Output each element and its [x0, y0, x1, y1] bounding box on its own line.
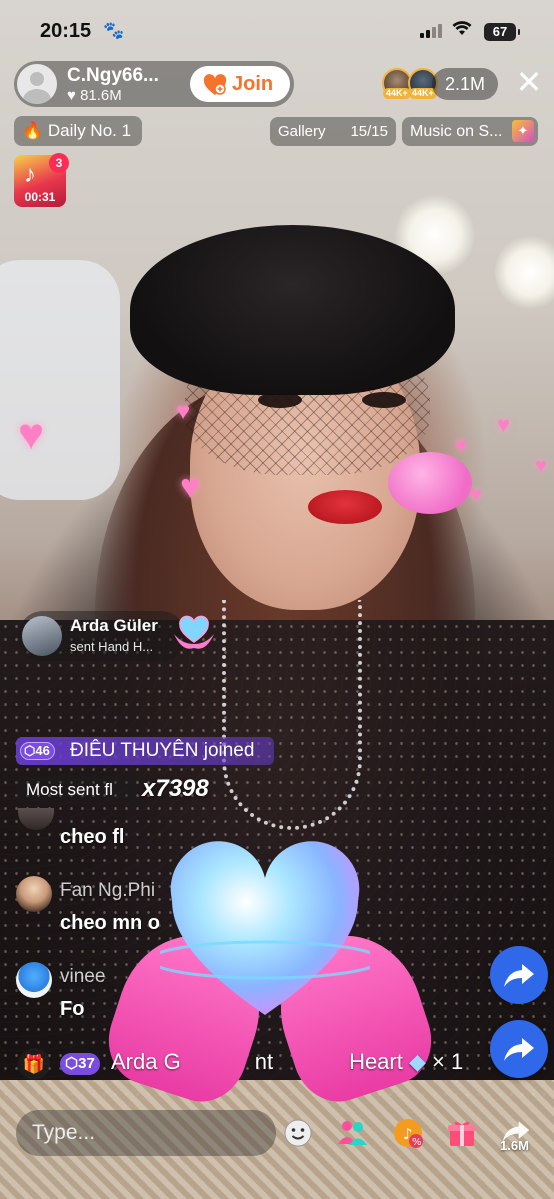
host-likes-count: 81.6M [80, 87, 122, 104]
gift-ticker-multiplier: × 1 [432, 1049, 464, 1074]
most-sent-count: x7398 [142, 775, 209, 802]
chat-user-name[interactable]: vinee [60, 966, 105, 988]
join-button[interactable]: Join [190, 66, 290, 102]
gift-sender-name: Arda Güler [70, 616, 158, 635]
daily-rank-chip[interactable]: 🔥 Daily No. 1 [14, 116, 142, 146]
chat-message-text: Fo [60, 998, 85, 1020]
gift-ticker-text: Arda G nt Heart ◆ × 1 [111, 1049, 463, 1075]
repost-button[interactable] [490, 946, 548, 1004]
gift-message: sent Hand H... [70, 639, 154, 654]
svg-text:%: % [412, 1137, 422, 1148]
most-sent-label: Most sent fl [16, 776, 136, 804]
close-icon[interactable]: ✕ [514, 66, 544, 98]
gift-ticker-gift: Heart [349, 1049, 403, 1074]
host-likes: ♥ 81.6M [67, 87, 122, 104]
emoji-icon[interactable] [280, 1115, 316, 1151]
floating-heart-icon: ♥ [535, 455, 547, 477]
floating-heart-icon: ♥ [455, 435, 467, 457]
lamp-light [495, 235, 554, 310]
user-level-badge: ⬡46 [20, 742, 55, 760]
user-level-badge: ⬡37 [60, 1053, 100, 1075]
chat-message-text: cheo mn o [60, 912, 161, 934]
floating-heart-icon: ♥ [470, 484, 482, 506]
streamer-hat [130, 225, 455, 395]
heart-icon: ♥ [67, 87, 76, 104]
gift-icon[interactable] [444, 1115, 480, 1151]
gift-notification[interactable]: Arda Güler sent Hand H... [18, 611, 186, 661]
floating-heart-icon: ♥ [497, 412, 511, 437]
join-banner-text: ĐIÊU THUYÊN joined [70, 740, 255, 761]
paw-icon: 🐾 [103, 21, 125, 40]
gallery-count: 15/15 [350, 123, 388, 140]
floating-heart-icon: ♥ [180, 468, 201, 506]
background-wall [0, 260, 120, 500]
chat-avatar[interactable] [16, 876, 52, 912]
cellular-signal-icon [420, 24, 444, 38]
floating-heart-icon: ♥ [176, 398, 191, 425]
battery-indicator: 67 [484, 23, 520, 41]
heart-in-hands-gift-icon [170, 612, 218, 662]
multi-guest-icon[interactable] [334, 1115, 370, 1151]
streamer-necklace [222, 600, 362, 830]
user-level-number: 37 [78, 1055, 95, 1072]
tiktok-logo-icon: ♪ [24, 161, 36, 188]
chat-avatar[interactable] [16, 962, 52, 998]
diamond-icon: ◆ [408, 1049, 426, 1074]
gift-ticker-fragment: nt [254, 1049, 274, 1074]
daily-rank-label: Daily No. 1 [47, 121, 132, 140]
share-count: 1.6M [500, 1138, 529, 1153]
music-cover-icon: ✦ [512, 120, 534, 142]
share-button[interactable] [490, 1020, 548, 1078]
chat-message-text: cheo fl [60, 826, 125, 848]
join-label: Join [232, 73, 274, 95]
pink-effect-blob [388, 452, 472, 514]
status-time: 20:15 [40, 20, 92, 42]
heart-gift-animation-icon [148, 840, 382, 1030]
fan-club-heart-icon [203, 72, 227, 108]
gift-tile-timer: 00:31 [24, 190, 56, 204]
music-chip[interactable]: Music on S... ✦ [402, 117, 538, 146]
viewer-count[interactable]: 2.1M [432, 68, 498, 100]
discount-tiktok-icon[interactable]: ♪% [390, 1115, 426, 1151]
comment-input[interactable] [16, 1110, 276, 1156]
host-avatar[interactable] [17, 64, 57, 104]
join-banner: ⬡46 ĐIÊU THUYÊN joined [16, 737, 274, 765]
user-level-number: 46 [35, 743, 50, 758]
floating-heart-icon: ♥ [18, 410, 45, 459]
music-label: Music on S... [410, 123, 503, 140]
chat-user-name[interactable]: Fan Ng.Phi [60, 880, 155, 902]
streamer-lips [308, 490, 382, 524]
gift-sender-avatar[interactable] [22, 616, 62, 656]
gift-tile-badge: 3 [49, 153, 69, 173]
host-name[interactable]: C.Ngy66... [67, 65, 159, 87]
host-info-pill[interactable]: C.Ngy66... ♥ 81.6M Join [14, 61, 294, 107]
top-viewer-badge: 44K+ [383, 88, 411, 99]
fire-icon: 🔥 [22, 121, 44, 140]
gallery-label: Gallery [278, 123, 326, 140]
wifi-icon [452, 20, 472, 41]
gift-ticker-user: Arda G [111, 1049, 181, 1074]
gallery-chip[interactable]: Gallery 15/15 [270, 117, 396, 146]
gift-box-icon[interactable]: 🎁 [18, 1048, 50, 1080]
